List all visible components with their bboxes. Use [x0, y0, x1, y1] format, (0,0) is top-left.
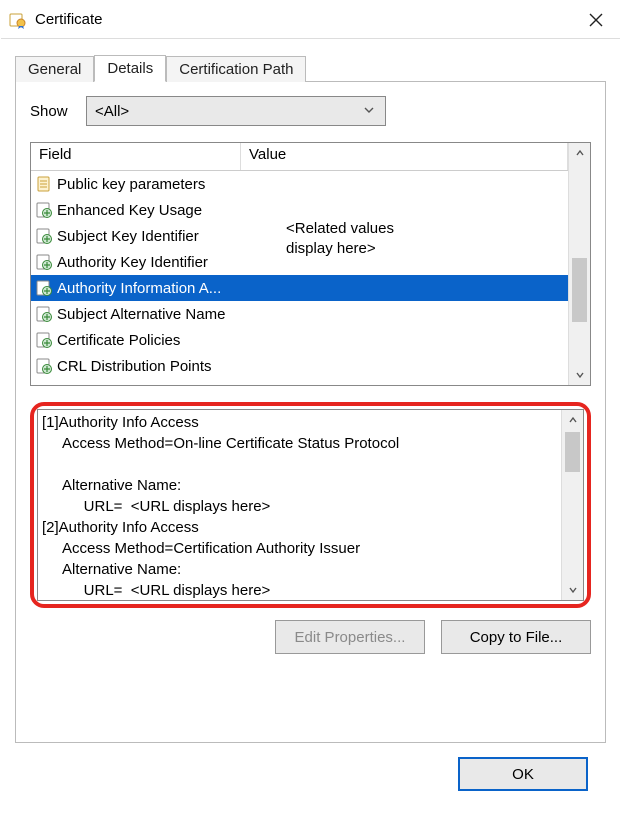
list-row[interactable]: Public key parameters: [31, 171, 568, 197]
extension-icon: [35, 331, 53, 349]
tab-details[interactable]: Details: [94, 55, 166, 82]
scroll-thumb[interactable]: [565, 432, 580, 472]
extension-icon: [35, 357, 53, 375]
tab-general[interactable]: General: [15, 56, 94, 82]
ok-button[interactable]: OK: [458, 757, 588, 791]
button-row: Edit Properties... Copy to File...: [30, 620, 591, 654]
scroll-down-icon[interactable]: [562, 580, 583, 600]
footer: OK: [15, 743, 606, 805]
show-label: Show: [30, 103, 86, 120]
field-list[interactable]: Field Value Public key parameters Enhance…: [30, 142, 591, 386]
copy-to-file-button[interactable]: Copy to File...: [441, 620, 591, 654]
field-label: Authority Key Identifier: [57, 254, 208, 271]
scroll-up-icon[interactable]: [562, 410, 583, 430]
field-label: Subject Key Identifier: [57, 228, 199, 245]
edit-properties-button: Edit Properties...: [275, 620, 425, 654]
detail-highlight-frame: [1]Authority Info Access Access Method=O…: [30, 402, 591, 608]
show-row: Show <All>: [30, 96, 591, 126]
details-panel: Show <All> Field Value Public key parame…: [15, 81, 606, 743]
list-body: Public key parameters Enhanced Key Usage S…: [31, 171, 568, 385]
list-header: Field Value: [31, 143, 568, 171]
show-select[interactable]: <All>: [86, 96, 386, 126]
list-scrollbar[interactable]: [568, 143, 590, 385]
certificate-icon: [9, 11, 27, 29]
field-label: CRL Distribution Points: [57, 358, 212, 375]
certificate-dialog: Certificate General Details Certificatio…: [0, 0, 621, 818]
tab-certification-path[interactable]: Certification Path: [166, 56, 306, 82]
extension-icon: [35, 305, 53, 323]
close-button[interactable]: [574, 5, 618, 35]
value-placeholder: <Related values display here>: [286, 219, 394, 260]
chevron-down-icon: [363, 104, 375, 119]
window-title: Certificate: [35, 11, 574, 28]
detail-textbox[interactable]: [1]Authority Info Access Access Method=O…: [37, 409, 584, 601]
col-header-field[interactable]: Field: [31, 143, 241, 170]
tabstrip: General Details Certification Path: [15, 51, 606, 81]
content-area: General Details Certification Path Show …: [1, 39, 620, 817]
list-row[interactable]: CRL Distribution Points: [31, 353, 568, 379]
detail-text: [1]Authority Info Access Access Method=O…: [38, 410, 561, 600]
extension-icon: [35, 201, 53, 219]
field-label: Subject Alternative Name: [57, 306, 225, 323]
field-label: Enhanced Key Usage: [57, 202, 202, 219]
show-selected-value: <All>: [95, 103, 129, 120]
col-header-value[interactable]: Value: [241, 143, 568, 170]
field-label: Public key parameters: [57, 176, 205, 193]
list-row[interactable]: Certificate Policies: [31, 327, 568, 353]
scroll-up-icon[interactable]: [569, 143, 590, 163]
field-label: Authority Information A...: [57, 280, 221, 297]
extension-icon: [35, 253, 53, 271]
list-row[interactable]: Authority Information A...: [31, 275, 568, 301]
field-label: Certificate Policies: [57, 332, 180, 349]
document-icon: [35, 175, 53, 193]
scroll-thumb[interactable]: [572, 258, 587, 322]
scroll-down-icon[interactable]: [569, 365, 590, 385]
extension-icon: [35, 279, 53, 297]
titlebar: Certificate: [1, 1, 620, 39]
detail-scrollbar[interactable]: [561, 410, 583, 600]
list-row[interactable]: Subject Alternative Name: [31, 301, 568, 327]
extension-icon: [35, 227, 53, 245]
